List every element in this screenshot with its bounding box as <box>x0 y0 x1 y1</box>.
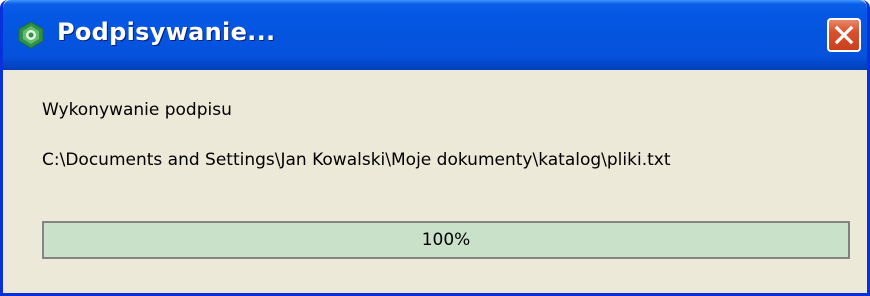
close-icon <box>834 25 854 45</box>
close-button[interactable] <box>827 18 861 52</box>
title-bar[interactable]: Podpisywanie... <box>3 0 867 70</box>
file-path-label: C:\Documents and Settings\Jan Kowalski\M… <box>42 150 671 170</box>
status-label: Wykonywanie podpisu <box>42 100 232 120</box>
progress-bar: 100% <box>42 221 850 259</box>
window-title: Podpisywanie... <box>57 18 276 46</box>
dialog-content: Wykonywanie podpisu C:\Documents and Set… <box>3 70 867 293</box>
dialog-window: Podpisywanie... Wykonywanie podpisu C:\D… <box>0 0 870 296</box>
app-shield-icon <box>18 21 44 49</box>
progress-percent-label: 100% <box>421 230 471 250</box>
